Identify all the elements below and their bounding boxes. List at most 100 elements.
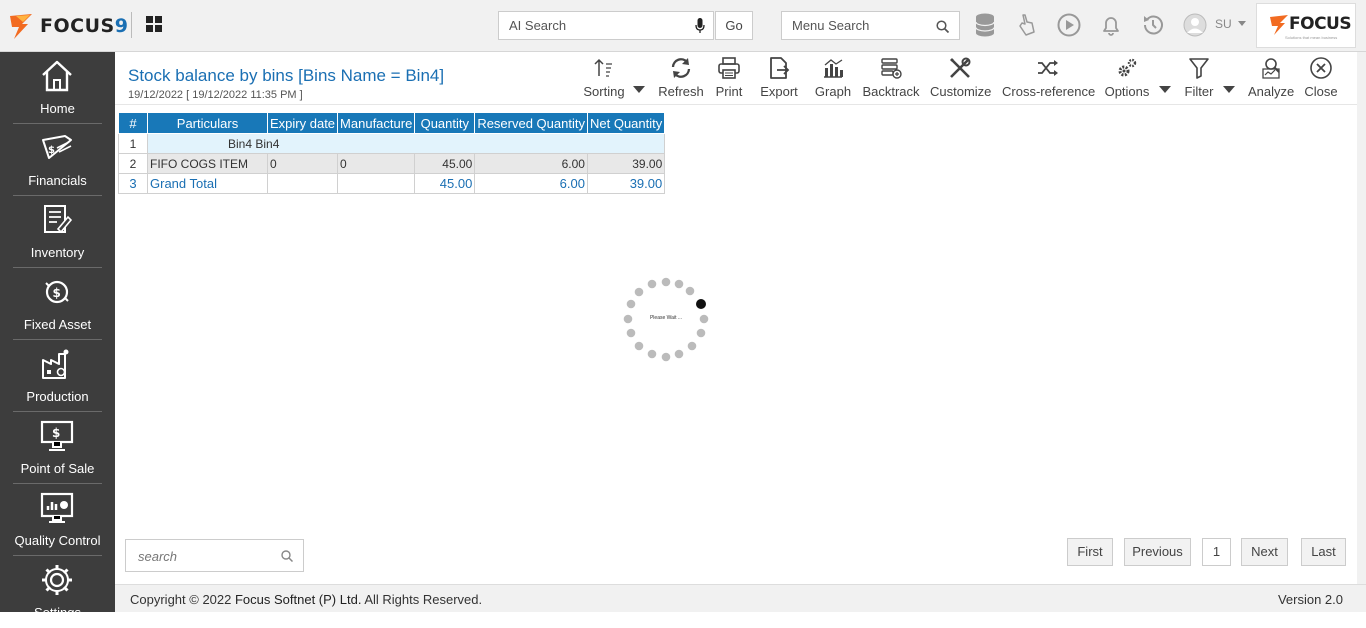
go-button[interactable]: Go xyxy=(715,11,753,40)
user-name[interactable]: SU xyxy=(1215,17,1232,31)
sorting-icon xyxy=(594,58,612,77)
sidebar-label: Financials xyxy=(28,173,87,188)
cell-quantity[interactable]: 45.00 xyxy=(414,153,476,174)
gears-icon xyxy=(1118,58,1137,77)
cell-grand-total-label: Grand Total xyxy=(147,173,268,194)
close-button[interactable]: Close xyxy=(1304,56,1338,102)
first-page-button[interactable]: First xyxy=(1067,538,1113,566)
user-avatar-icon[interactable] xyxy=(1182,12,1208,38)
sidebar-label: Inventory xyxy=(30,245,85,260)
chevron-down-icon[interactable] xyxy=(1238,21,1246,26)
sidebar-item-inventory[interactable]: Inventory xyxy=(13,196,102,268)
close-icon xyxy=(1310,57,1332,79)
next-page-button[interactable]: Next xyxy=(1241,538,1288,566)
graph-button[interactable]: Graph xyxy=(814,56,852,102)
sidebar-item-financials[interactable]: $ Financials xyxy=(13,124,102,196)
table-search-placeholder: search xyxy=(138,549,178,564)
current-page-button[interactable]: 1 xyxy=(1202,538,1231,566)
graph-label: Graph xyxy=(814,84,852,99)
svg-text:$: $ xyxy=(52,426,60,440)
options-button[interactable]: Options xyxy=(1104,56,1150,102)
search-icon[interactable] xyxy=(936,20,949,33)
filter-icon xyxy=(1189,58,1209,79)
play-circle-icon[interactable] xyxy=(1056,12,1082,38)
cell-expiry-date[interactable]: 0 xyxy=(266,153,339,174)
menu-search-input[interactable]: Menu Search xyxy=(781,11,960,40)
row-index: 3 xyxy=(118,173,148,194)
column-header-net-quantity[interactable]: Net Quantity xyxy=(586,112,666,134)
spinner-dots-icon xyxy=(623,277,709,362)
sidebar-item-settings[interactable]: Settings xyxy=(13,556,102,628)
cell-reserved-quantity[interactable]: 6.00 xyxy=(474,153,588,174)
column-header-quantity[interactable]: Quantity xyxy=(414,112,476,134)
last-page-button[interactable]: Last xyxy=(1301,538,1346,566)
refresh-button[interactable]: Refresh xyxy=(658,56,704,102)
column-header-manufacture[interactable]: Manufacture xyxy=(337,112,416,134)
microphone-icon[interactable] xyxy=(695,18,705,34)
refresh-label: Refresh xyxy=(658,84,704,99)
table-group-row[interactable]: 1 Bin4 Bin4 xyxy=(118,133,666,154)
sidebar-item-fixed-asset[interactable]: $ Fixed Asset xyxy=(13,268,102,340)
apps-grid-icon[interactable] xyxy=(146,16,162,32)
cell-empty xyxy=(337,173,416,194)
inventory-icon xyxy=(44,205,73,234)
filter-dropdown-icon[interactable] xyxy=(1223,86,1235,93)
analyze-icon xyxy=(1262,58,1280,79)
cell-manufacture[interactable]: 0 xyxy=(337,153,416,174)
column-header-particulars[interactable]: Particulars xyxy=(147,112,268,134)
graph-icon xyxy=(824,59,843,78)
table-search-input[interactable]: search xyxy=(125,539,304,572)
cell-net-quantity[interactable]: 39.00 xyxy=(586,153,666,174)
options-dropdown-icon[interactable] xyxy=(1159,86,1171,93)
shuffle-icon xyxy=(1038,60,1058,76)
fixed-asset-icon: $ xyxy=(45,280,69,304)
svg-text:$: $ xyxy=(48,145,55,156)
print-icon xyxy=(718,57,740,79)
print-button[interactable]: Print xyxy=(713,56,745,102)
focus9-logo[interactable]: FOCUS9 xyxy=(8,10,128,42)
sorting-button[interactable]: Sorting xyxy=(583,56,625,102)
sidebar-item-home[interactable]: Home xyxy=(13,52,102,124)
vertical-scrollbar[interactable] xyxy=(1357,52,1366,584)
sidebar: Home $ Financials Inventory $ Fixed Asse… xyxy=(0,52,115,620)
settings-icon xyxy=(42,565,72,595)
export-icon xyxy=(770,57,790,79)
previous-page-button[interactable]: Previous xyxy=(1124,538,1191,566)
logo-text: FOCUS xyxy=(40,15,115,37)
sidebar-item-quality-control[interactable]: Quality Control xyxy=(13,484,102,556)
notification-bell-icon[interactable] xyxy=(1098,12,1124,38)
sorting-dropdown-icon[interactable] xyxy=(633,86,645,93)
column-header-reserved-quantity[interactable]: Reserved Quantity xyxy=(474,112,588,134)
sidebar-item-production[interactable]: Production xyxy=(13,340,102,412)
cell-empty xyxy=(266,173,339,194)
company-name: Focus Softnet (P) Ltd. xyxy=(234,592,362,607)
customize-button[interactable]: Customize xyxy=(930,56,992,102)
menu-search-placeholder: Menu Search xyxy=(792,18,870,33)
backtrack-button[interactable]: Backtrack xyxy=(862,56,920,102)
database-icon[interactable] xyxy=(972,12,998,38)
svg-text:$: $ xyxy=(53,286,61,300)
column-header-expiry-date[interactable]: Expiry date xyxy=(266,112,339,134)
ai-search-input[interactable]: AI Search xyxy=(498,11,714,40)
home-icon xyxy=(42,60,72,92)
cell-particulars[interactable]: FIFO COGS ITEM xyxy=(147,153,268,174)
sidebar-label: Production xyxy=(26,389,89,404)
history-icon[interactable] xyxy=(1140,12,1166,38)
export-button[interactable]: Export xyxy=(759,56,799,102)
cross-reference-button[interactable]: Cross-reference xyxy=(1002,56,1095,102)
analyze-button[interactable]: Analyze xyxy=(1248,56,1294,102)
analyze-label: Analyze xyxy=(1248,84,1295,99)
column-header-index[interactable]: # xyxy=(118,112,148,134)
filter-button[interactable]: Filter xyxy=(1184,56,1214,102)
sidebar-item-point-of-sale[interactable]: $ Point of Sale xyxy=(13,412,102,484)
cell-total-net: 39.00 xyxy=(586,173,666,194)
brand-text: FOCUS xyxy=(1289,14,1352,34)
sidebar-label: Home xyxy=(40,101,75,116)
grand-total-row[interactable]: 3 Grand Total 45.00 6.00 39.00 xyxy=(118,173,666,194)
table-row[interactable]: 2 FIFO COGS ITEM 0 0 45.00 6.00 39.00 xyxy=(118,153,666,174)
search-icon[interactable] xyxy=(281,550,293,562)
customize-label: Customize xyxy=(930,84,992,99)
filter-label: Filter xyxy=(1184,84,1214,99)
hand-pointer-icon[interactable] xyxy=(1014,12,1040,38)
copyright-prefix: Copyright © 2022 xyxy=(130,592,235,607)
